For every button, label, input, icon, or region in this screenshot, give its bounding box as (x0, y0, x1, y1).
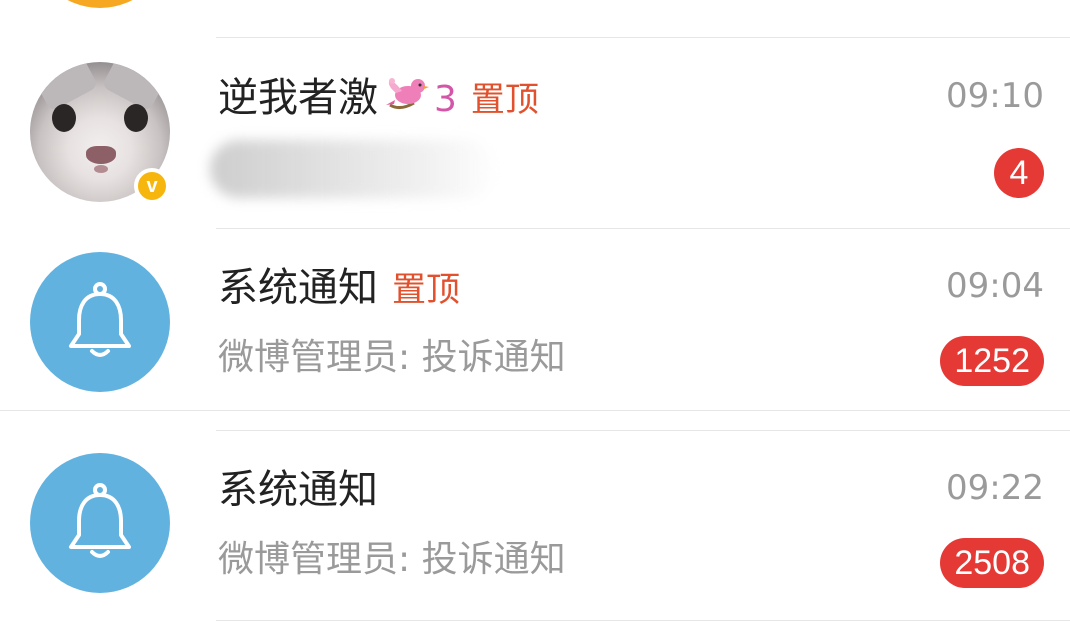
divider (0, 410, 1070, 411)
cat-mouth (94, 165, 108, 173)
message-preview: 微博管理员: 投诉通知 (218, 539, 566, 580)
conversation-name: 逆我者激 (218, 75, 378, 121)
avatar[interactable] (30, 453, 170, 593)
unread-badge: 2508 (940, 538, 1044, 588)
unread-badge: 1252 (940, 336, 1044, 386)
cat-nose (86, 146, 116, 164)
cat-eye (52, 104, 76, 132)
message-time: 09:04 (946, 266, 1044, 306)
bell-icon (69, 282, 131, 357)
divider (216, 37, 1070, 38)
vip-badge: v (134, 168, 170, 204)
divider (216, 430, 1070, 431)
pinned-tag: 置顶 (470, 80, 539, 120)
conversation-name: 系统通知 (218, 467, 378, 513)
blurred-preview (210, 140, 495, 198)
avatar[interactable] (30, 252, 170, 392)
pinned-tag: 置顶 (392, 270, 460, 310)
message-time: 09:22 (946, 468, 1044, 508)
conversation-title: 逆我者激 3 置顶 (218, 74, 539, 124)
bird-icon (386, 78, 429, 110)
message-time: 09:10 (946, 76, 1044, 116)
message-preview: 微博管理员: 投诉通知 (218, 337, 566, 378)
divider (216, 228, 1070, 229)
conversation-title: 系统通知 (218, 466, 378, 514)
cat-eye (124, 104, 148, 132)
conversation-title: 系统通知 置顶 (218, 264, 460, 314)
bell-icon (69, 483, 131, 558)
divider (216, 620, 1070, 621)
unread-badge: 4 (994, 148, 1044, 198)
level-number: 3 (434, 79, 457, 120)
conversation-name: 系统通知 (218, 265, 378, 311)
previous-row-avatar[interactable] (30, 0, 170, 8)
